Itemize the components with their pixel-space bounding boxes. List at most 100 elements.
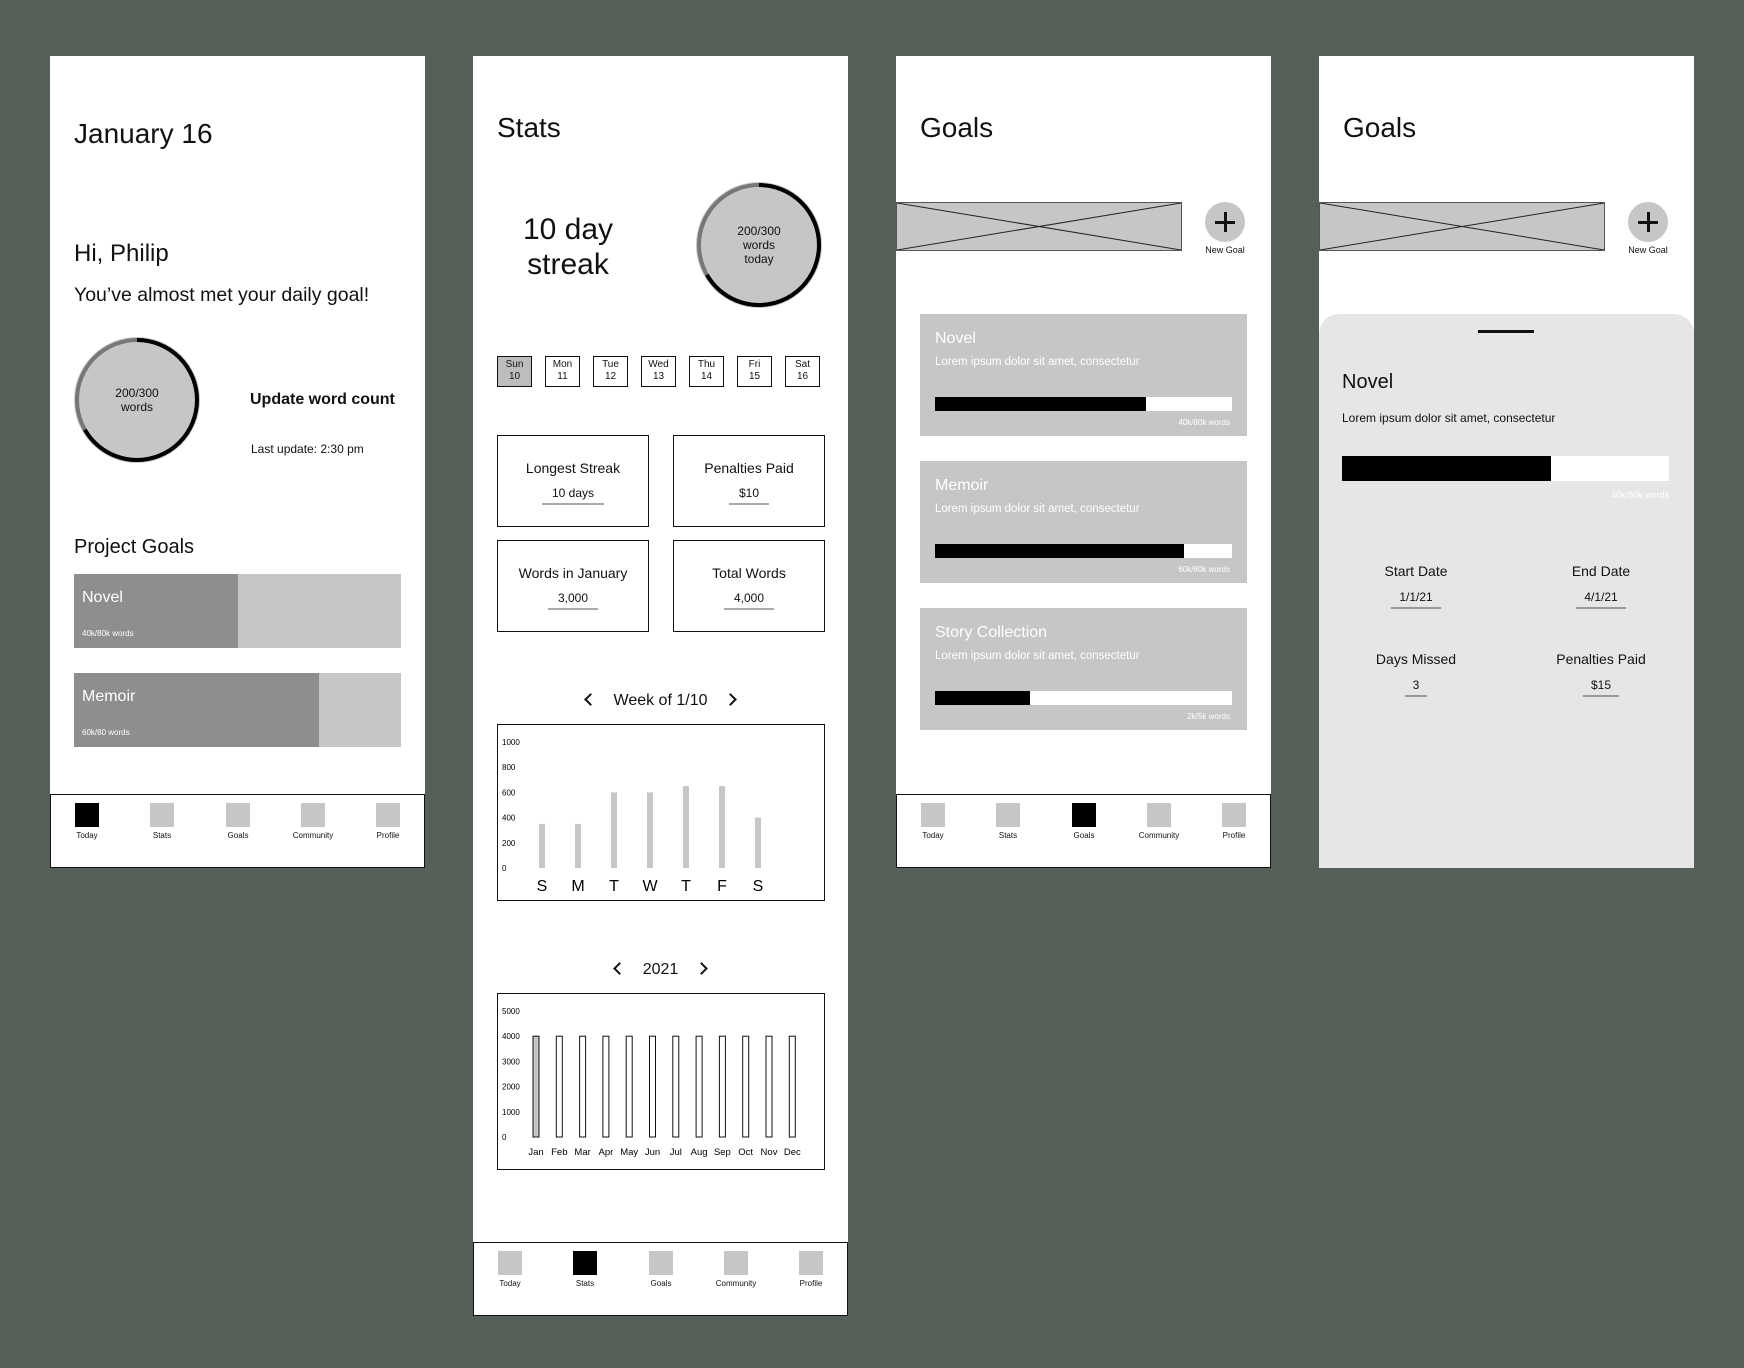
day-thu[interactable]: Thu 14 bbox=[689, 356, 724, 387]
sheet-drag-handle[interactable] bbox=[1478, 330, 1534, 333]
page-title: Goals bbox=[1343, 112, 1417, 143]
goal-progress-bar bbox=[935, 544, 1232, 558]
nav-today[interactable]: Today bbox=[480, 1251, 540, 1288]
year-navigator: 2021 bbox=[473, 961, 848, 979]
x-tick-label: Aug bbox=[691, 1147, 708, 1158]
new-goal-label: New Goal bbox=[1205, 245, 1245, 255]
stat-value: 4,000 bbox=[723, 591, 775, 610]
chevron-right-icon[interactable] bbox=[694, 962, 708, 975]
goal-name: Story Collection bbox=[935, 624, 1048, 641]
start-date-field: Start Date 1/1/21 bbox=[1346, 563, 1486, 609]
bar bbox=[555, 1035, 563, 1138]
nav-community[interactable]: Community bbox=[706, 1251, 766, 1288]
today-screen: January 16 Hi, Philip You’ve almost met … bbox=[50, 56, 425, 868]
day-of-week: Wed bbox=[648, 359, 669, 370]
ring-unit: words bbox=[742, 238, 775, 252]
goal-card-story-collection[interactable]: Story Collection Lorem ipsum dolor sit a… bbox=[920, 608, 1247, 730]
field-label: Start Date bbox=[1384, 563, 1448, 579]
placeholder-cross-icon bbox=[897, 203, 1181, 250]
new-goal-label: New Goal bbox=[1628, 245, 1668, 255]
day-sun[interactable]: Sun 10 bbox=[497, 356, 532, 387]
stat-label: Total Words bbox=[712, 565, 786, 581]
chevron-left-icon[interactable] bbox=[613, 962, 627, 975]
x-tick-label: Apr bbox=[599, 1147, 614, 1158]
y-tick-label: 4000 bbox=[502, 1032, 520, 1041]
y-tick-label: 200 bbox=[502, 839, 516, 848]
y-tick-label: 400 bbox=[502, 814, 516, 823]
page-title: January 16 bbox=[74, 118, 213, 149]
bar bbox=[719, 786, 725, 868]
x-tick-label: F bbox=[717, 878, 727, 895]
ring-sub: today bbox=[744, 252, 774, 266]
goal-message: You’ve almost met your daily goal! bbox=[74, 284, 370, 306]
goal-name: Novel bbox=[935, 330, 976, 347]
project-card-memoir[interactable]: Memoir 60k/80 words bbox=[74, 673, 401, 747]
day-mon[interactable]: Mon 11 bbox=[545, 356, 580, 387]
nav-profile[interactable]: Profile bbox=[1204, 803, 1264, 840]
nav-goals[interactable]: Goals bbox=[208, 803, 268, 840]
days-missed-field: Days Missed 3 bbox=[1346, 651, 1486, 697]
nav-profile[interactable]: Profile bbox=[781, 1251, 841, 1288]
update-word-count-button[interactable]: Update word count bbox=[250, 391, 395, 409]
field-value[interactable]: 4/1/21 bbox=[1576, 590, 1626, 609]
y-tick-label: 5000 bbox=[502, 1007, 520, 1016]
day-of-week: Thu bbox=[697, 359, 716, 370]
day-sat[interactable]: Sat 16 bbox=[785, 356, 820, 387]
day-tue[interactable]: Tue 12 bbox=[593, 356, 628, 387]
image-placeholder bbox=[1319, 202, 1605, 251]
field-label: Penalties Paid bbox=[1556, 651, 1646, 667]
day-of-week: Sat bbox=[794, 359, 810, 370]
day-wed[interactable]: Wed 13 bbox=[641, 356, 676, 387]
nav-today[interactable]: Today bbox=[57, 803, 117, 840]
chevron-right-icon[interactable] bbox=[724, 693, 737, 706]
bar bbox=[788, 1035, 796, 1138]
stat-label: Longest Streak bbox=[525, 460, 621, 476]
nav-profile[interactable]: Profile bbox=[358, 803, 418, 840]
nav-today[interactable]: Today bbox=[903, 803, 963, 840]
day-of-week: Fri bbox=[748, 359, 761, 370]
nav-community[interactable]: Community bbox=[283, 803, 343, 840]
day-number: 12 bbox=[604, 371, 617, 382]
nav-stats[interactable]: Stats bbox=[132, 803, 192, 840]
x-tick-label: W bbox=[642, 878, 658, 895]
day-number: 15 bbox=[748, 371, 761, 382]
goal-name: Novel bbox=[1342, 371, 1394, 393]
new-goal-button[interactable] bbox=[1205, 202, 1245, 242]
new-goal-button[interactable] bbox=[1628, 202, 1668, 242]
field-label: Days Missed bbox=[1375, 651, 1457, 667]
project-count: 60k/80 words bbox=[82, 728, 130, 737]
goal-card-memoir[interactable]: Memoir Lorem ipsum dolor sit amet, conse… bbox=[920, 461, 1247, 583]
chevron-left-icon[interactable] bbox=[584, 693, 597, 706]
nav-stats[interactable]: Stats bbox=[978, 803, 1038, 840]
bar bbox=[718, 1035, 726, 1138]
stat-value: $10 bbox=[728, 486, 770, 505]
stat-label: Penalties Paid bbox=[704, 460, 794, 476]
nav-goals[interactable]: Goals bbox=[631, 1251, 691, 1288]
x-tick-label: S bbox=[753, 878, 764, 895]
day-fri[interactable]: Fri 15 bbox=[737, 356, 772, 387]
day-of-week: Mon bbox=[552, 359, 573, 370]
community-icon bbox=[1147, 803, 1171, 827]
nav-goals[interactable]: Goals bbox=[1054, 803, 1114, 840]
goal-card-novel[interactable]: Novel Lorem ipsum dolor sit amet, consec… bbox=[920, 314, 1247, 436]
profile-icon bbox=[376, 803, 400, 827]
y-tick-label: 3000 bbox=[502, 1057, 520, 1066]
bottom-nav: Today Stats Goals Community Profile bbox=[50, 794, 425, 868]
y-tick-label: 2000 bbox=[502, 1083, 520, 1092]
project-count: 40k/80k words bbox=[82, 629, 134, 638]
goal-desc: Lorem ipsum dolor sit amet, consectetur bbox=[935, 650, 1140, 662]
project-name: Memoir bbox=[82, 688, 136, 705]
today-progress-ring: 200/300 words today bbox=[696, 182, 822, 308]
weekly-bar-chart: 1000 800 600 400 200 0 S M T W T F S bbox=[502, 738, 764, 895]
nav-stats[interactable]: Stats bbox=[555, 1251, 615, 1288]
x-tick-label: T bbox=[609, 878, 619, 895]
field-value: 3 bbox=[1404, 678, 1428, 697]
ring-count: 200/300 bbox=[737, 224, 781, 238]
today-icon bbox=[498, 1251, 522, 1275]
project-card-novel[interactable]: Novel 40k/80k words bbox=[74, 574, 401, 648]
community-icon bbox=[301, 803, 325, 827]
day-of-week: Tue bbox=[602, 359, 619, 370]
field-value[interactable]: 1/1/21 bbox=[1391, 590, 1441, 609]
community-icon bbox=[724, 1251, 748, 1275]
nav-community[interactable]: Community bbox=[1129, 803, 1189, 840]
